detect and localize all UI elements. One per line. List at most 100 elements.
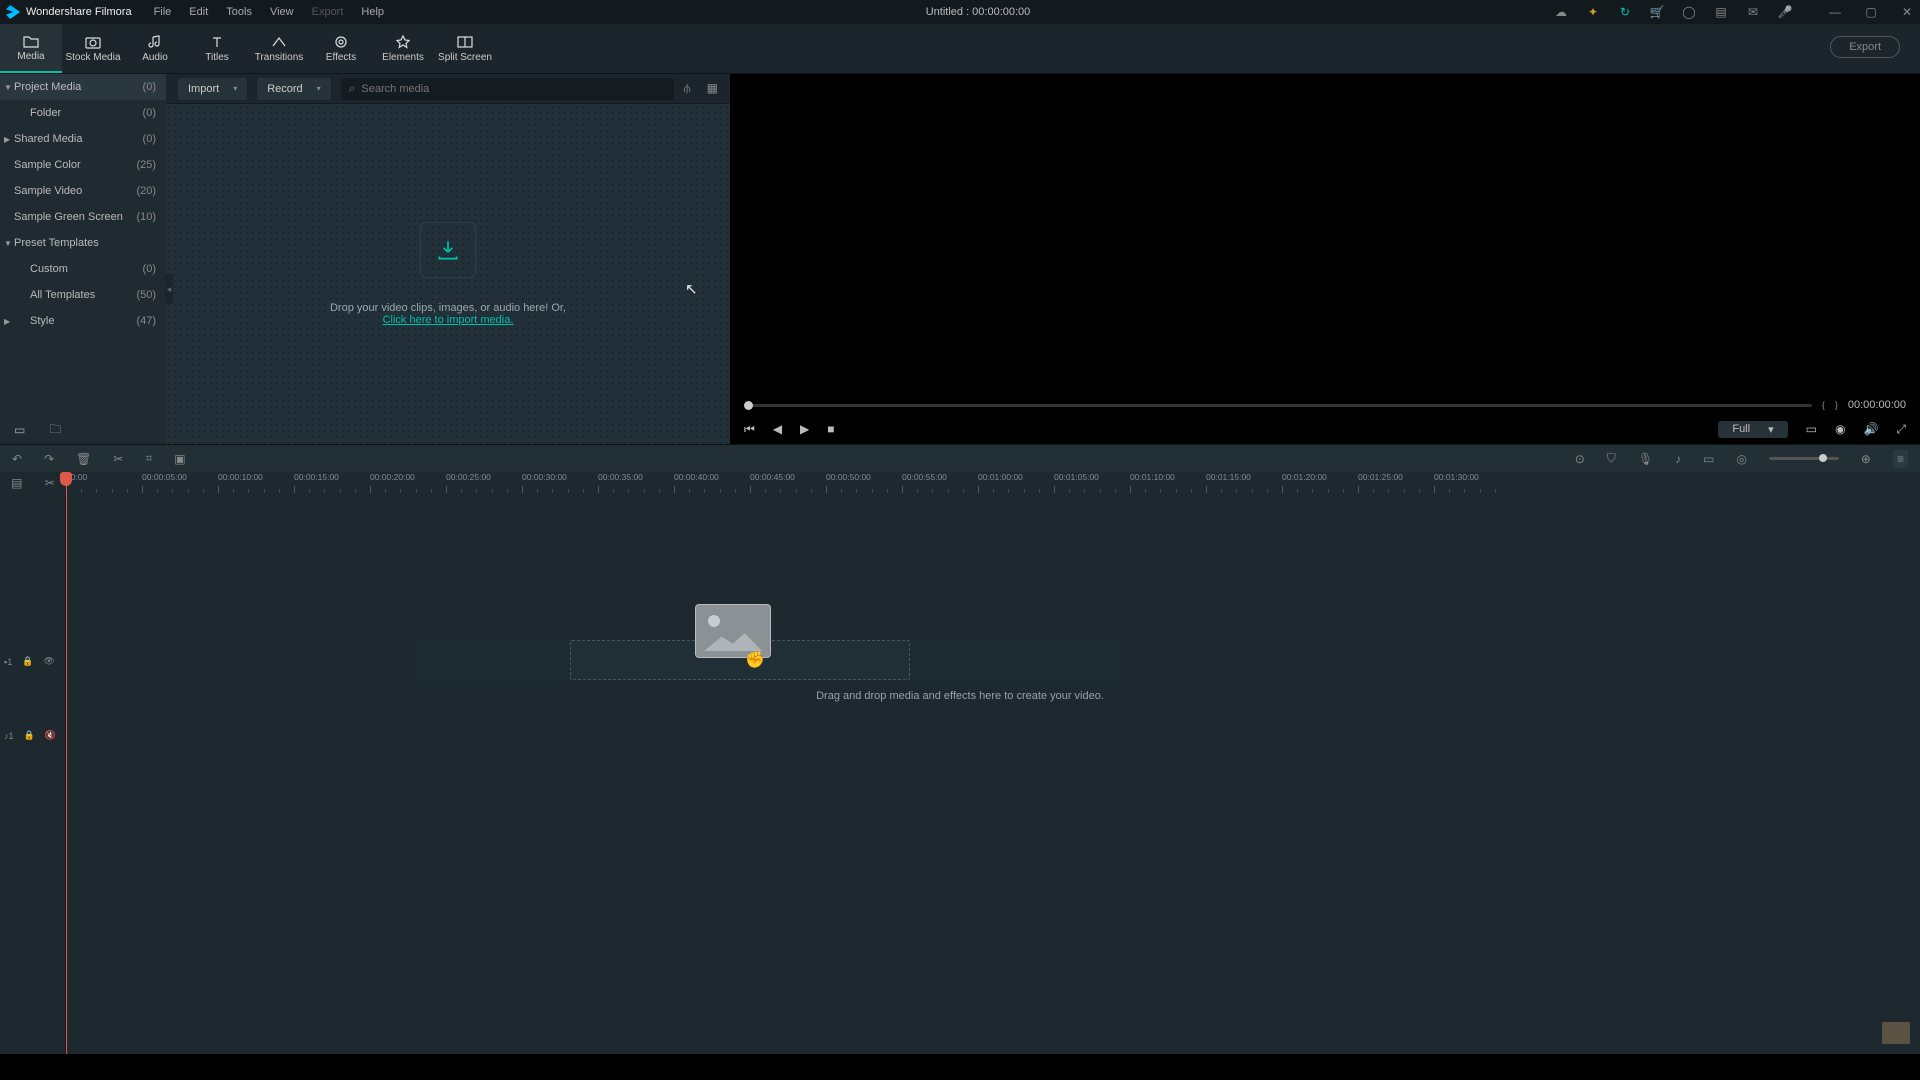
lock-icon[interactable]: 🔒 — [22, 656, 33, 667]
tab-stock-media[interactable]: Stock Media — [62, 24, 124, 73]
title-right-icons: ☁ ✦ ↻ 🛒 ◯ ▤ ✉ 🎤 — ▢ ✕ — [1554, 5, 1914, 19]
render-icon[interactable]: ⊙ — [1575, 452, 1585, 466]
expand-arrow-icon[interactable]: ▶ — [4, 135, 10, 144]
snapshot-icon[interactable]: ◉ — [1835, 422, 1845, 436]
sidebar-item[interactable]: ▶Style(47) — [0, 308, 166, 334]
sidebar-item[interactable]: Folder(0) — [0, 100, 166, 126]
timeline-settings-icon[interactable]: ≡ — [1893, 450, 1908, 468]
tab-elements[interactable]: Elements — [372, 24, 434, 73]
preview-panel: { } 00:00:00:00 ⏮ ◀ ▶ ■ Full▾ ▭ ◉ 🔊 ⤢ — [730, 74, 1920, 444]
video-track-header[interactable]: ▪1 🔒 👁 — [4, 656, 55, 667]
effects-icon — [334, 34, 348, 50]
new-folder-icon[interactable]: 🗀 — [49, 420, 61, 441]
refresh-icon[interactable]: ↻ — [1618, 5, 1632, 19]
ruler-subtick — [1069, 489, 1070, 493]
sidebar-item[interactable]: ▼Preset Templates — [0, 230, 166, 256]
ruler-subtick — [279, 489, 280, 493]
undo-icon[interactable]: ↶ — [12, 452, 22, 466]
new-bin-icon[interactable]: ▭ — [14, 423, 25, 437]
mail-icon[interactable]: ✉ — [1746, 5, 1760, 19]
menu-tools[interactable]: Tools — [226, 6, 252, 18]
main-area: ▼Project Media(0)Folder(0)▶Shared Media(… — [0, 74, 1920, 444]
tab-media[interactable]: Media — [0, 24, 62, 73]
tab-titles[interactable]: Titles — [186, 24, 248, 73]
mute-icon[interactable]: 🔇 — [45, 730, 56, 741]
crop-icon[interactable]: ⌗ — [145, 451, 152, 466]
ruler-subtick — [1297, 489, 1298, 493]
minimize-icon[interactable]: — — [1828, 5, 1842, 19]
tab-split-screen[interactable]: Split Screen — [434, 24, 496, 73]
zoom-fit-icon[interactable]: ⊕ — [1861, 452, 1871, 466]
playhead[interactable] — [66, 472, 67, 1054]
quality-select[interactable]: Full▾ — [1718, 421, 1787, 438]
mixer-icon[interactable]: ♪ — [1675, 452, 1681, 466]
cloud-icon[interactable]: ☁ — [1554, 5, 1568, 19]
sidebar-item[interactable]: ▶Shared Media(0) — [0, 126, 166, 152]
scrubber-head-icon[interactable] — [744, 401, 753, 410]
filter-icon[interactable]: ⫛ — [684, 81, 691, 96]
cart-icon[interactable]: 🛒 — [1650, 5, 1664, 19]
search-input-wrap[interactable]: ⌕ — [341, 78, 674, 100]
expand-arrow-icon[interactable]: ▼ — [4, 239, 12, 248]
delete-icon[interactable]: 🗑 — [76, 452, 91, 466]
expand-icon[interactable]: ⤢ — [1896, 422, 1906, 437]
media-drop-area[interactable]: ◂ Drop your video clips, images, or audi… — [166, 104, 730, 444]
prev-frame-icon[interactable]: ⏮ — [744, 422, 755, 437]
volume-icon[interactable]: 🔊 — [1863, 422, 1878, 436]
adjust-icon[interactable]: ▭ — [1703, 452, 1714, 466]
track-view-icon[interactable]: ▤ — [11, 476, 22, 490]
maximize-icon[interactable]: ▢ — [1864, 5, 1878, 19]
sparkle-icon[interactable]: ✦ — [1586, 5, 1600, 19]
sidebar-item[interactable]: Sample Video(20) — [0, 178, 166, 204]
bracket-left-icon[interactable]: { — [1822, 400, 1825, 410]
record-button[interactable]: Record▾ — [257, 78, 330, 100]
menu-file[interactable]: File — [154, 6, 172, 18]
user-icon[interactable]: ◯ — [1682, 5, 1696, 19]
expand-arrow-icon[interactable]: ▼ — [4, 83, 12, 92]
grid-icon[interactable]: ▦ — [707, 81, 718, 96]
import-link[interactable]: Click here to import media. — [383, 314, 514, 326]
ruler-tick: 00:00:25:00 — [446, 472, 491, 482]
timeline-tracks[interactable]: ▪1 🔒 👁 ♪1 🔒 🔇 ✊ Drag and drop media and … — [0, 494, 1920, 1054]
speed-icon[interactable]: ▣ — [174, 452, 185, 466]
audio-track-header[interactable]: ♪1 🔒 🔇 — [4, 730, 56, 741]
sidebar-item[interactable]: ▼Project Media(0) — [0, 74, 166, 100]
mic-icon[interactable]: 🎤 — [1778, 5, 1792, 19]
menu-view[interactable]: View — [270, 6, 294, 18]
magnet-icon[interactable]: ✂ — [45, 476, 55, 490]
preview-scrubber[interactable] — [744, 404, 1812, 407]
panel-collapse-handle[interactable]: ◂ — [165, 274, 173, 304]
zoom-slider[interactable] — [1769, 457, 1839, 460]
marker-icon[interactable]: ⛉ — [1607, 451, 1616, 466]
bracket-right-icon[interactable]: } — [1835, 400, 1838, 410]
menu-edit[interactable]: Edit — [189, 6, 208, 18]
tab-transitions[interactable]: Transitions — [248, 24, 310, 73]
stop-icon[interactable]: ■ — [827, 422, 834, 437]
sidebar-item[interactable]: Custom(0) — [0, 256, 166, 282]
tab-audio[interactable]: Audio — [124, 24, 186, 73]
voiceover-icon[interactable]: 🎙 — [1638, 452, 1653, 466]
import-button[interactable]: Import▾ — [178, 78, 247, 100]
visibility-icon[interactable]: 👁 — [43, 656, 54, 667]
search-input[interactable] — [361, 83, 665, 95]
menu-help[interactable]: Help — [361, 6, 384, 18]
sidebar-item[interactable]: Sample Green Screen(10) — [0, 204, 166, 230]
lock-icon[interactable]: 🔒 — [24, 730, 35, 741]
close-icon[interactable]: ✕ — [1900, 5, 1914, 19]
tab-effects[interactable]: Effects — [310, 24, 372, 73]
timeline-ruler[interactable]: 00:0000:00:05:0000:00:10:0000:00:15:0000… — [66, 472, 1920, 494]
ruler-subtick — [1221, 489, 1222, 493]
expand-arrow-icon[interactable]: ▶ — [4, 317, 10, 326]
sidebar-item[interactable]: Sample Color(25) — [0, 152, 166, 178]
ruler-tick: 00:00:55:00 — [902, 472, 947, 482]
record-dot-icon[interactable]: ◎ — [1736, 452, 1746, 466]
play-icon[interactable]: ▶ — [800, 422, 809, 437]
cut-icon[interactable]: ✂ — [113, 452, 123, 466]
display-icon[interactable]: ▭ — [1806, 422, 1817, 436]
export-button[interactable]: Export — [1830, 36, 1900, 58]
play-back-icon[interactable]: ◀ — [773, 422, 782, 437]
ruler-subtick — [172, 489, 173, 493]
redo-icon[interactable]: ↷ — [44, 452, 54, 466]
note-icon[interactable]: ▤ — [1714, 5, 1728, 19]
sidebar-item[interactable]: All Templates(50) — [0, 282, 166, 308]
